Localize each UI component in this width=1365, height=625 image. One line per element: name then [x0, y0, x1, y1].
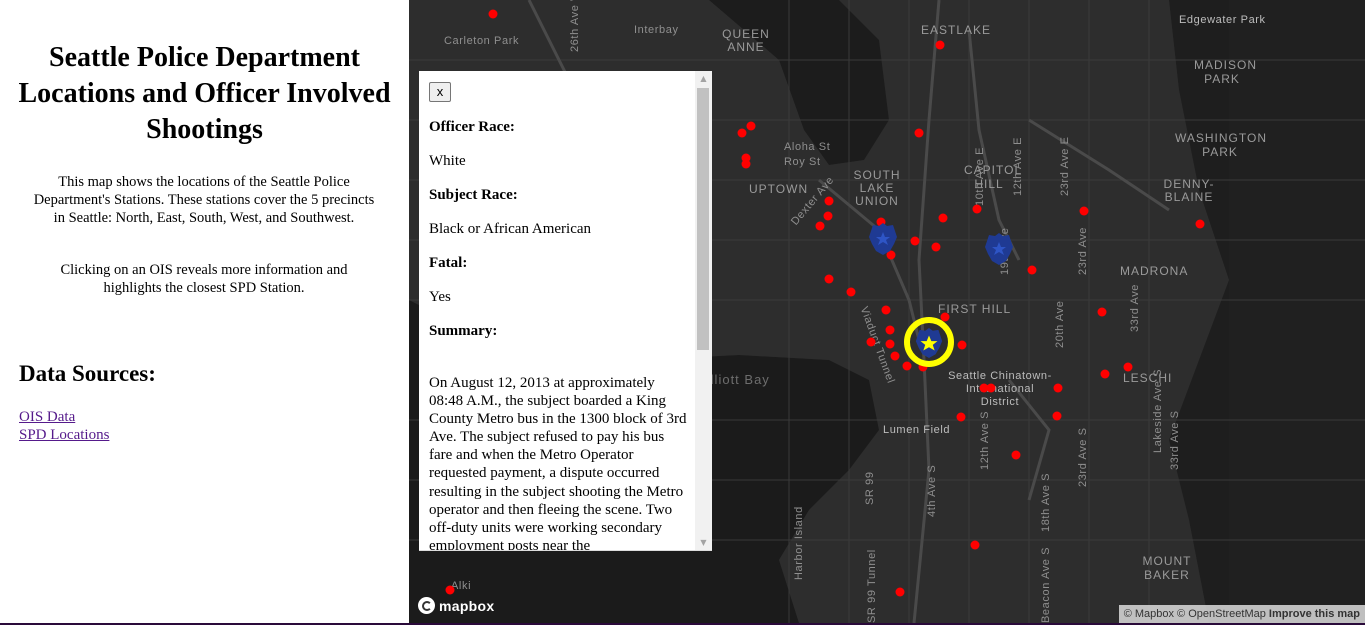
data-sources-heading: Data Sources: — [19, 361, 156, 386]
ois-marker[interactable] — [956, 412, 966, 422]
officer-race-label: Officer Race: — [429, 119, 515, 135]
attribution-text[interactable]: © Mapbox © OpenStreetMap — [1124, 608, 1266, 620]
popup-close-button[interactable]: x — [429, 82, 451, 102]
ois-marker[interactable] — [823, 211, 833, 221]
improve-map-link[interactable]: Improve this map — [1269, 608, 1360, 620]
popup-scrollbar[interactable]: ▲ ▼ — [695, 71, 712, 550]
ois-marker[interactable] — [866, 337, 876, 347]
ois-popup: x Officer Race: White Subject Race: Blac… — [419, 71, 712, 551]
ois-marker[interactable] — [935, 40, 945, 50]
sidebar: Seattle Police Department Locations and … — [0, 0, 409, 625]
ois-marker[interactable] — [885, 339, 895, 349]
subject-race-label: Subject Race: — [429, 187, 518, 203]
ois-marker[interactable] — [938, 213, 948, 223]
ois-marker[interactable] — [1195, 219, 1205, 229]
ois-marker[interactable] — [1052, 411, 1062, 421]
ois-marker[interactable] — [488, 9, 498, 19]
map-attribution: © Mapbox © OpenStreetMap Improve this ma… — [1118, 605, 1365, 623]
ois-marker[interactable] — [1053, 383, 1063, 393]
ois-marker[interactable] — [1097, 307, 1107, 317]
ois-marker[interactable] — [914, 128, 924, 138]
summary-text: On August 12, 2013 at approximately 08:4… — [429, 375, 687, 551]
ois-marker[interactable] — [902, 361, 912, 371]
ois-marker[interactable] — [890, 351, 900, 361]
officer-race-value: White — [429, 153, 466, 169]
mapbox-logo-icon — [418, 597, 435, 614]
police-badge-icon[interactable] — [984, 232, 1014, 266]
ois-marker[interactable] — [746, 121, 756, 131]
ois-marker[interactable] — [970, 540, 980, 550]
ois-marker[interactable] — [910, 236, 920, 246]
fatal-label: Fatal: — [429, 255, 468, 271]
ois-marker[interactable] — [895, 587, 905, 597]
description-ois: Clicking on an OIS reveals more informat… — [60, 262, 348, 296]
fatal-value: Yes — [429, 289, 451, 305]
spd-locations-link[interactable]: SPD Locations — [19, 427, 109, 444]
scroll-down-icon[interactable]: ▼ — [695, 535, 712, 550]
ois-marker[interactable] — [1027, 265, 1037, 275]
ois-marker[interactable] — [445, 585, 455, 595]
ois-data-link[interactable]: OIS Data — [19, 409, 75, 426]
police-badge-icon[interactable] — [868, 222, 898, 256]
ois-marker[interactable] — [737, 128, 747, 138]
ois-marker[interactable] — [986, 383, 996, 393]
ois-marker[interactable] — [824, 274, 834, 284]
ois-marker[interactable] — [881, 305, 891, 315]
scroll-up-icon[interactable]: ▲ — [695, 71, 712, 87]
description-stations: This map shows the locations of the Seat… — [33, 174, 375, 226]
ois-marker[interactable] — [931, 242, 941, 252]
page-title: Seattle Police Department Locations and … — [18, 42, 391, 145]
ois-marker[interactable] — [1123, 362, 1133, 372]
summary-label: Summary: — [429, 323, 498, 339]
ois-marker[interactable] — [1011, 450, 1021, 460]
ois-marker[interactable] — [885, 325, 895, 335]
ois-marker[interactable] — [824, 196, 834, 206]
mapbox-logo-text: mapbox — [439, 597, 495, 614]
subject-race-value: Black or African American — [429, 221, 592, 237]
ois-marker[interactable] — [1079, 206, 1089, 216]
ois-marker[interactable] — [815, 221, 825, 231]
police-badge-icon[interactable] — [914, 327, 944, 359]
ois-marker[interactable] — [846, 287, 856, 297]
ois-marker[interactable] — [957, 340, 967, 350]
ois-marker[interactable] — [741, 159, 751, 169]
ois-marker[interactable] — [1100, 369, 1110, 379]
scroll-thumb[interactable] — [697, 88, 709, 350]
mapbox-logo[interactable]: mapbox — [418, 597, 494, 614]
ois-marker[interactable] — [972, 204, 982, 214]
